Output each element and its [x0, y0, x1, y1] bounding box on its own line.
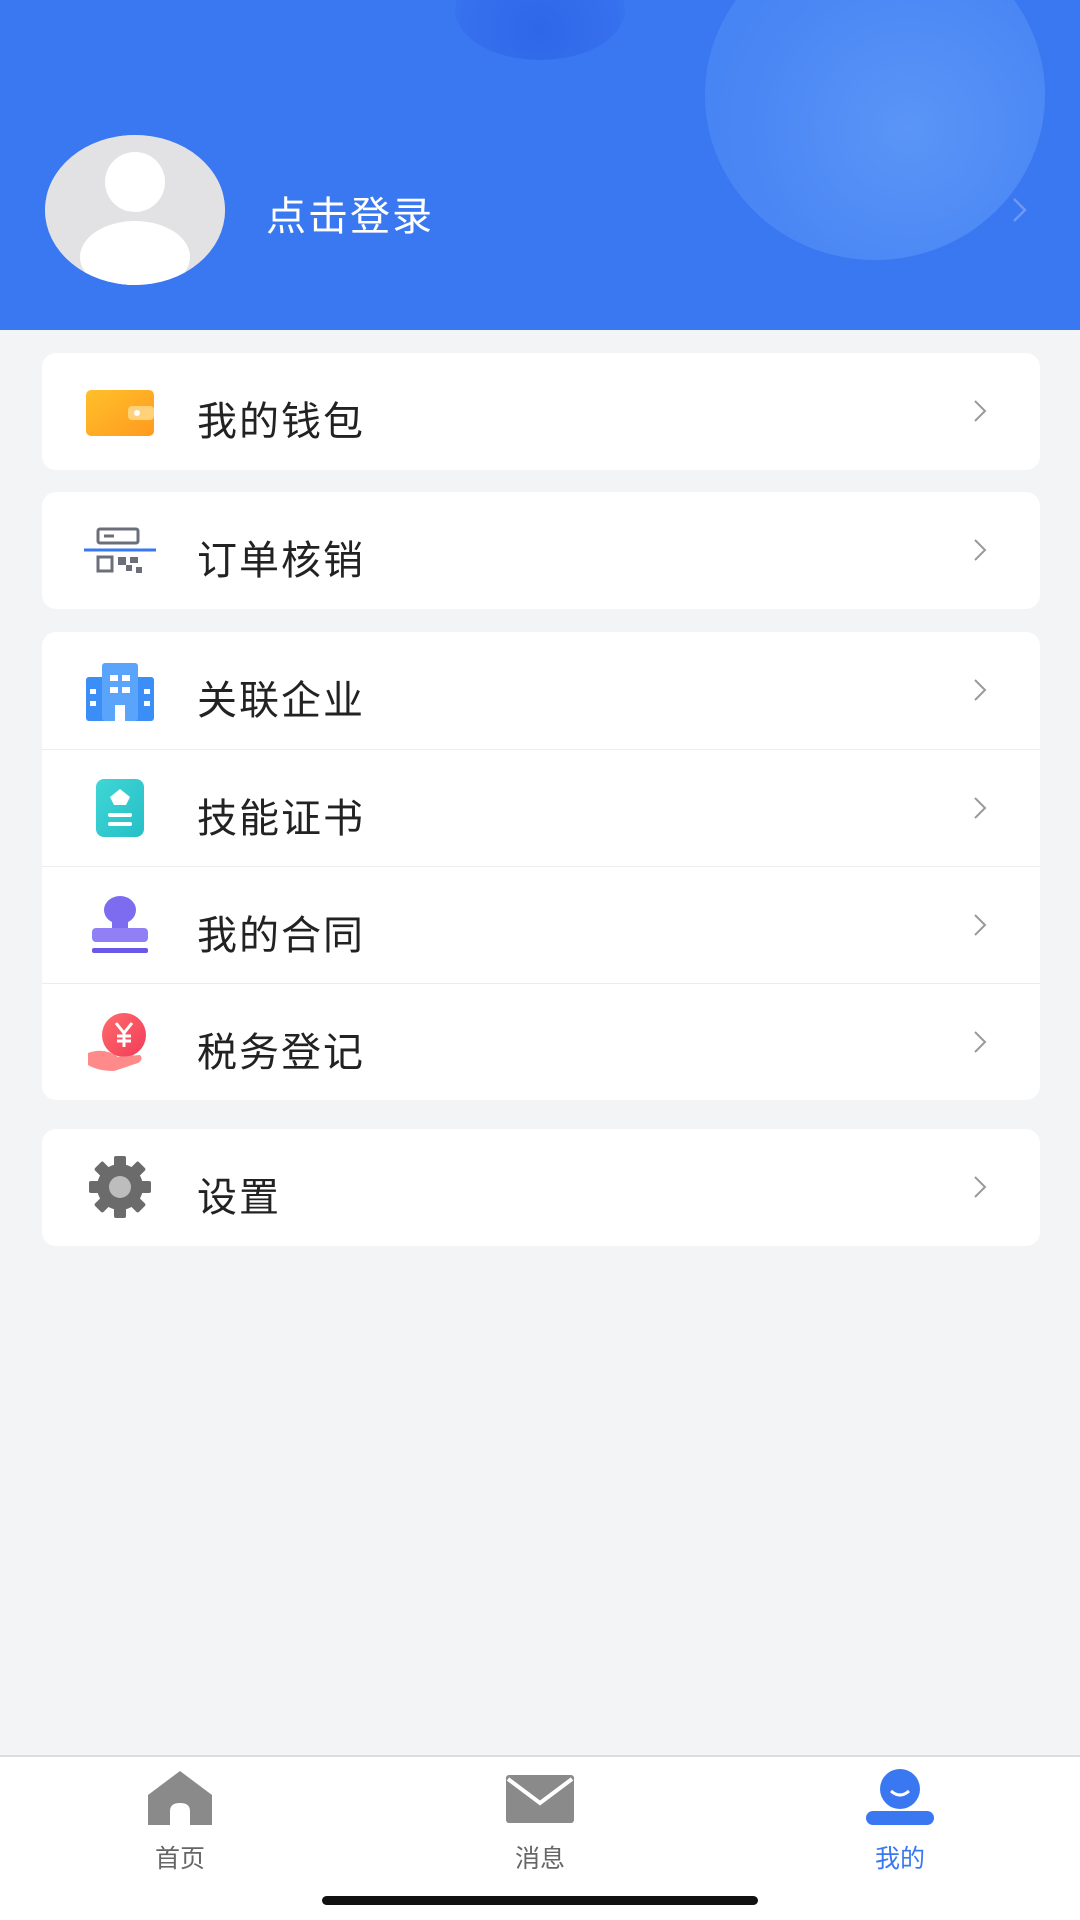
- chevron-right-icon: [972, 537, 988, 563]
- tab-label: 消息: [514, 1844, 565, 1873]
- tab-mine[interactable]: 我的: [800, 1757, 1000, 1877]
- default-avatar-icon: [45, 135, 225, 285]
- chevron-right-icon: [972, 795, 988, 821]
- services-card: 关联企业 技能证书 我的合同 税务登记: [42, 632, 1040, 1100]
- menu-item-settings[interactable]: 设置: [42, 1129, 1040, 1246]
- tab-label: 首页: [154, 1844, 205, 1873]
- tab-label: 我的: [874, 1844, 925, 1873]
- mail-icon: [504, 1767, 576, 1829]
- menu-label: 我的合同: [197, 913, 365, 959]
- menu-item-my-contract[interactable]: 我的合同: [42, 866, 1040, 983]
- chevron-right-icon: [972, 677, 988, 703]
- chevron-right-icon: [972, 1174, 988, 1200]
- certificate-icon: [84, 775, 156, 841]
- qr-scan-icon: [84, 517, 156, 583]
- order-verify-card: 订单核销: [42, 492, 1040, 609]
- avatar[interactable]: [45, 135, 225, 285]
- stamp-icon: [84, 892, 156, 958]
- menu-item-skill-certificate[interactable]: 技能证书: [42, 749, 1040, 866]
- tab-home[interactable]: 首页: [80, 1757, 280, 1877]
- wallet-card: 我的钱包: [42, 353, 1040, 470]
- menu-item-order-verify[interactable]: 订单核销: [42, 492, 1040, 609]
- menu-item-wallet[interactable]: 我的钱包: [42, 353, 1040, 470]
- profile-page: 点击登录 我的钱包 订单核销 关联企业 技能证书 我的合同 税务登记 设置 首页…: [0, 0, 1080, 1920]
- menu-item-tax-registration[interactable]: 税务登记: [42, 983, 1040, 1100]
- menu-label: 我的钱包: [197, 399, 365, 445]
- wallet-icon: [84, 378, 156, 444]
- settings-card: 设置: [42, 1129, 1040, 1246]
- login-link[interactable]: 点击登录: [266, 184, 434, 242]
- menu-label: 关联企业: [197, 678, 365, 724]
- profile-header: 点击登录: [0, 0, 1080, 330]
- menu-item-linked-company[interactable]: 关联企业: [42, 632, 1040, 749]
- gear-icon: [84, 1154, 156, 1220]
- tab-messages[interactable]: 消息: [440, 1757, 640, 1877]
- chevron-right-icon: [972, 398, 988, 424]
- user-icon: [864, 1767, 936, 1829]
- yuan-hand-icon: [84, 1009, 156, 1075]
- menu-label: 订单核销: [197, 538, 365, 584]
- home-indicator[interactable]: [322, 1896, 758, 1905]
- menu-label: 技能证书: [197, 796, 365, 842]
- header-chevron-right-icon[interactable]: [1010, 195, 1030, 225]
- decorative-bubble-large: [705, 0, 1045, 260]
- home-icon: [144, 1767, 216, 1829]
- menu-label: 税务登记: [197, 1030, 365, 1076]
- chevron-right-icon: [972, 1029, 988, 1055]
- decorative-bubble-small: [455, 0, 625, 60]
- menu-label: 设置: [197, 1175, 281, 1221]
- building-icon: [84, 657, 156, 723]
- chevron-right-icon: [972, 912, 988, 938]
